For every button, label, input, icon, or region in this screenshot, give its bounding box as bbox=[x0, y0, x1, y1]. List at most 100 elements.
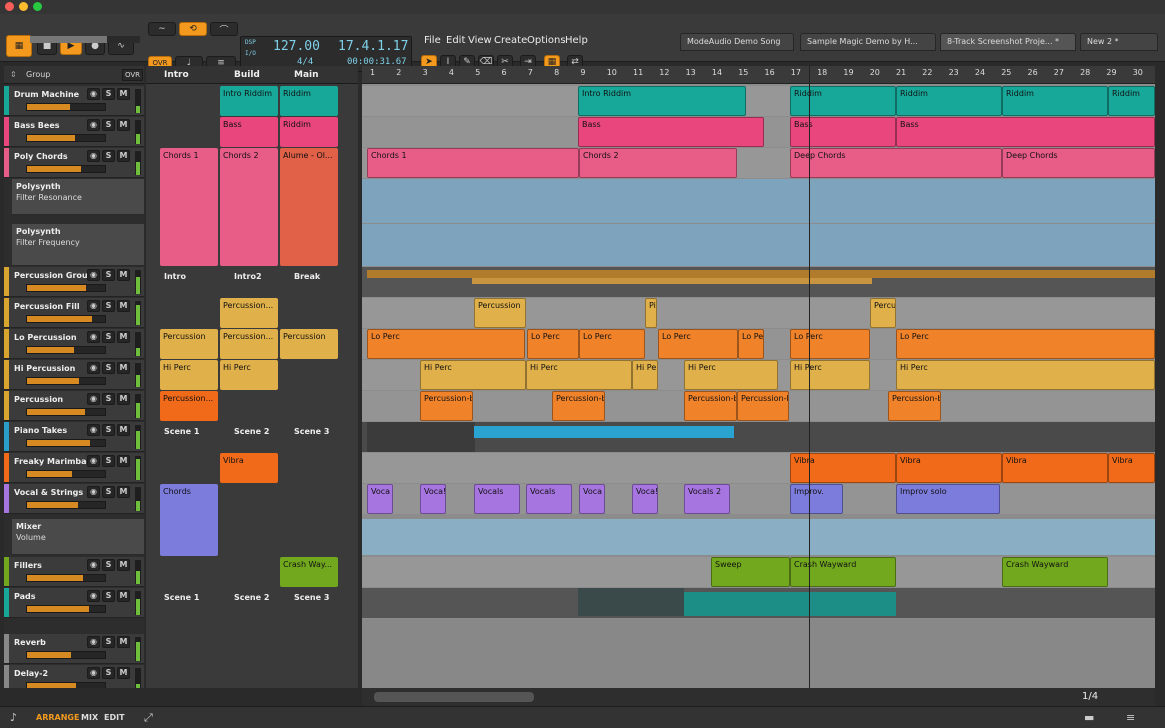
solo-button[interactable]: S bbox=[102, 486, 115, 498]
solo-button[interactable]: S bbox=[102, 455, 115, 467]
arrangement-clip[interactable]: Improv solo bbox=[896, 484, 1000, 514]
track-header[interactable]: Delay-2 ◉ S M bbox=[4, 665, 144, 688]
track-header[interactable]: Poly Chords ◉ S M bbox=[4, 148, 144, 178]
volume-fader[interactable] bbox=[26, 470, 106, 478]
scene-slot-label[interactable]: Scene 3 bbox=[294, 427, 329, 436]
menu-edit[interactable]: Edit bbox=[446, 35, 465, 46]
punch-button[interactable]: ⌒ bbox=[210, 22, 238, 36]
launcher-clip[interactable]: Percussion... bbox=[160, 391, 218, 421]
arrangement-clip[interactable]: Hi Perc bbox=[790, 360, 870, 390]
scene-slot-label[interactable]: Break bbox=[294, 272, 320, 281]
menu-help[interactable]: Help bbox=[565, 35, 588, 46]
track-header[interactable]: Drum Machine ◉ S M bbox=[4, 86, 144, 116]
arrangement-clip[interactable]: Riddim bbox=[896, 86, 1002, 116]
groove-button[interactable]: ∼ bbox=[148, 22, 176, 36]
track-lane[interactable] bbox=[362, 179, 1155, 223]
scene-slot-label[interactable]: Intro2 bbox=[234, 272, 262, 281]
solo-button[interactable]: S bbox=[102, 331, 115, 343]
tab-new-2[interactable]: New 2 * bbox=[1080, 33, 1158, 51]
launcher-clip[interactable]: Percussion... bbox=[220, 329, 278, 359]
track-activate-button[interactable]: ◉ bbox=[87, 300, 100, 312]
position-display[interactable]: 17.4.1.17 bbox=[338, 39, 408, 54]
arrangement-clip[interactable]: Bass bbox=[896, 117, 1155, 147]
mute-button[interactable]: M bbox=[117, 667, 130, 679]
volume-fader[interactable] bbox=[26, 165, 106, 173]
track-header[interactable]: Fillers ◉ S M bbox=[4, 557, 144, 587]
arrangement-clip[interactable]: Deep Chords bbox=[1002, 148, 1155, 178]
arrangement-clip[interactable]: Voca! bbox=[632, 484, 658, 514]
track-activate-button[interactable]: ◉ bbox=[87, 590, 100, 602]
track-header[interactable]: Freaky Marimba ◉ S M bbox=[4, 453, 144, 483]
arrangement-clip[interactable]: Pi bbox=[645, 298, 657, 328]
mute-button[interactable]: M bbox=[117, 636, 130, 648]
scene-slot-label[interactable]: Scene 2 bbox=[234, 427, 269, 436]
arrangement-clip[interactable]: Bass bbox=[578, 117, 764, 147]
track-header[interactable]: Vocal & Strings ◉ S M bbox=[4, 484, 144, 514]
mute-button[interactable]: M bbox=[117, 559, 130, 571]
volume-fader[interactable] bbox=[26, 501, 106, 509]
volume-fader[interactable] bbox=[26, 315, 106, 323]
mute-button[interactable]: M bbox=[117, 486, 130, 498]
track-activate-button[interactable]: ◉ bbox=[87, 424, 100, 436]
arrangement-clip[interactable]: Chords 2 bbox=[579, 148, 737, 178]
launcher-clip[interactable]: Intro Riddim bbox=[220, 86, 278, 116]
mute-button[interactable]: M bbox=[117, 590, 130, 602]
arrangement-clip[interactable]: Lo Perc bbox=[896, 329, 1155, 359]
arrangement-clip[interactable]: Lo Perc bbox=[527, 329, 579, 359]
arrangement-clip[interactable]: Riddim bbox=[1002, 86, 1108, 116]
arrangement-clip[interactable]: Hi Perc bbox=[420, 360, 526, 390]
track-header[interactable]: Piano Takes ◉ S M bbox=[4, 422, 144, 452]
track-header[interactable]: Lo Percussion ◉ S M bbox=[4, 329, 144, 359]
volume-fader[interactable] bbox=[26, 651, 106, 659]
launcher-clip[interactable]: Bass bbox=[220, 117, 278, 147]
zoom-level[interactable]: 1/4 bbox=[1082, 691, 1098, 702]
arrangement-clip[interactable]: Improv. bbox=[790, 484, 843, 514]
expand-all-icon[interactable]: ⇕ bbox=[10, 70, 17, 79]
track-header[interactable]: Hi Percussion ◉ S M bbox=[4, 360, 144, 390]
track-header[interactable]: Percussion Fill ◉ S M bbox=[4, 298, 144, 328]
launcher-clip[interactable]: Chords 1 bbox=[160, 148, 218, 266]
arrangement-clip[interactable]: Vocals 2 bbox=[684, 484, 730, 514]
project-icon[interactable]: ♪ bbox=[10, 711, 17, 724]
scene-build-header[interactable]: Build bbox=[234, 70, 260, 80]
horizontal-scrollbar[interactable]: 1/4 bbox=[362, 688, 1155, 706]
launcher-clip[interactable]: Hi Perc bbox=[160, 360, 218, 390]
mute-button[interactable]: M bbox=[117, 331, 130, 343]
volume-fader[interactable] bbox=[26, 346, 106, 354]
scrollbar-thumb[interactable] bbox=[374, 692, 534, 702]
scene-slot-label[interactable]: Scene 3 bbox=[294, 593, 329, 602]
transform-icon[interactable]: ⤢ bbox=[144, 711, 153, 725]
scene-slot-label[interactable]: Scene 2 bbox=[234, 593, 269, 602]
track-activate-button[interactable]: ◉ bbox=[87, 667, 100, 679]
arrangement-clip[interactable]: Lo Perc bbox=[367, 329, 525, 359]
solo-button[interactable]: S bbox=[102, 150, 115, 162]
launcher-clip[interactable]: Riddim bbox=[280, 86, 338, 116]
solo-button[interactable]: S bbox=[102, 88, 115, 100]
launcher-clip[interactable]: Percussion bbox=[160, 329, 218, 359]
scene-intro-header[interactable]: Intro bbox=[164, 70, 189, 80]
mute-button[interactable]: M bbox=[117, 88, 130, 100]
arrange-view-button[interactable]: ARRANGE bbox=[36, 713, 79, 722]
track-lane[interactable] bbox=[362, 619, 1155, 688]
track-activate-button[interactable]: ◉ bbox=[87, 362, 100, 374]
arrangement-clip[interactable]: Hi Perc bbox=[526, 360, 632, 390]
volume-fader[interactable] bbox=[26, 284, 106, 292]
arrangement-clip[interactable]: Vocals bbox=[474, 484, 520, 514]
volume-fader[interactable] bbox=[26, 377, 106, 385]
volume-fader[interactable] bbox=[26, 605, 106, 613]
launcher-clip[interactable]: Alume - Ol... bbox=[280, 148, 338, 266]
solo-button[interactable]: S bbox=[102, 559, 115, 571]
arrangement-clip[interactable]: Hi Pe bbox=[632, 360, 658, 390]
arrangement-clip[interactable]: Percussion-b bbox=[888, 391, 941, 421]
arrangement-clip[interactable]: Deep Chords bbox=[790, 148, 1002, 178]
mute-button[interactable]: M bbox=[117, 393, 130, 405]
track-header[interactable]: Reverb ◉ S M bbox=[4, 634, 144, 664]
solo-button[interactable]: S bbox=[102, 424, 115, 436]
minimize-window-icon[interactable] bbox=[19, 2, 28, 11]
arrangement-clip[interactable]: Voca! bbox=[420, 484, 446, 514]
solo-button[interactable]: S bbox=[102, 590, 115, 602]
solo-button[interactable]: S bbox=[102, 269, 115, 281]
volume-fader[interactable] bbox=[26, 134, 106, 142]
solo-button[interactable]: S bbox=[102, 393, 115, 405]
track-activate-button[interactable]: ◉ bbox=[87, 119, 100, 131]
